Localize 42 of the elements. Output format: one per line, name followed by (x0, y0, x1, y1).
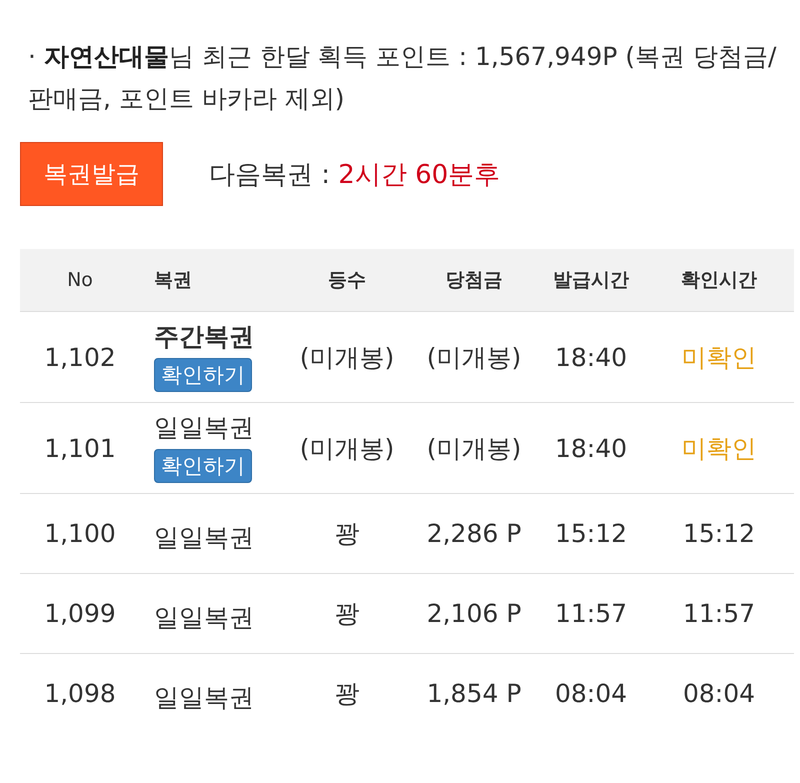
table-cell: 18:40 (538, 402, 644, 494)
table-cell: 1,098 (20, 654, 140, 733)
table-cell: 15:12 (644, 494, 794, 574)
table-cell: (미개봉) (410, 312, 538, 402)
column-header: 복권 (140, 249, 284, 312)
lottery-name: 주간복권 (154, 321, 255, 353)
table-cell: 2,106 P (410, 574, 538, 654)
table-cell: 미확인 (644, 402, 794, 494)
issue-lottery-button[interactable]: 복권발급 (20, 142, 163, 206)
lottery-name: 일일복권 (154, 682, 255, 714)
table-cell: 15:12 (538, 494, 644, 574)
lottery-name: 일일복권 (154, 412, 255, 444)
table-cell: (미개봉) (410, 402, 538, 494)
column-header: 당첨금 (410, 249, 538, 312)
table-cell: 꽝 (284, 574, 410, 654)
table-cell: 08:04 (644, 654, 794, 733)
table-cell: 18:40 (538, 312, 644, 402)
table-cell: 11:57 (538, 574, 644, 654)
table-cell: 11:57 (644, 574, 794, 654)
column-header: No (20, 249, 140, 312)
table-cell: 2,286 P (410, 494, 538, 574)
table-cell: 미확인 (644, 312, 794, 402)
table-cell: 08:04 (538, 654, 644, 733)
table-cell: 꽝 (284, 494, 410, 574)
check-button[interactable]: 확인하기 (154, 358, 252, 392)
table-cell: 꽝 (284, 654, 410, 733)
column-header: 등수 (284, 249, 410, 312)
table-cell: 1,101 (20, 402, 140, 494)
lottery-name: 일일복권 (154, 522, 255, 554)
check-button[interactable]: 확인하기 (154, 449, 252, 483)
table-cell: 1,854 P (410, 654, 538, 733)
table-cell: 1,099 (20, 574, 140, 654)
table-cell: 1,100 (20, 494, 140, 574)
points-summary: · 자연산대물님 최근 한달 획득 포인트 : 1,567,949P (복권 당첨금/판매금, 포인트 바카라 제외) (28, 41, 778, 115)
table-cell: (미개봉) (284, 312, 410, 402)
table-cell: 1,102 (20, 312, 140, 402)
next-lottery-label: 다음복권 : (209, 158, 332, 192)
column-header: 발급시간 (538, 249, 644, 312)
column-header: 확인시간 (644, 249, 794, 312)
next-lottery-time: 2시간 60분후 (338, 158, 500, 192)
table-cell: (미개봉) (284, 402, 410, 494)
lottery-name: 일일복권 (154, 602, 255, 634)
